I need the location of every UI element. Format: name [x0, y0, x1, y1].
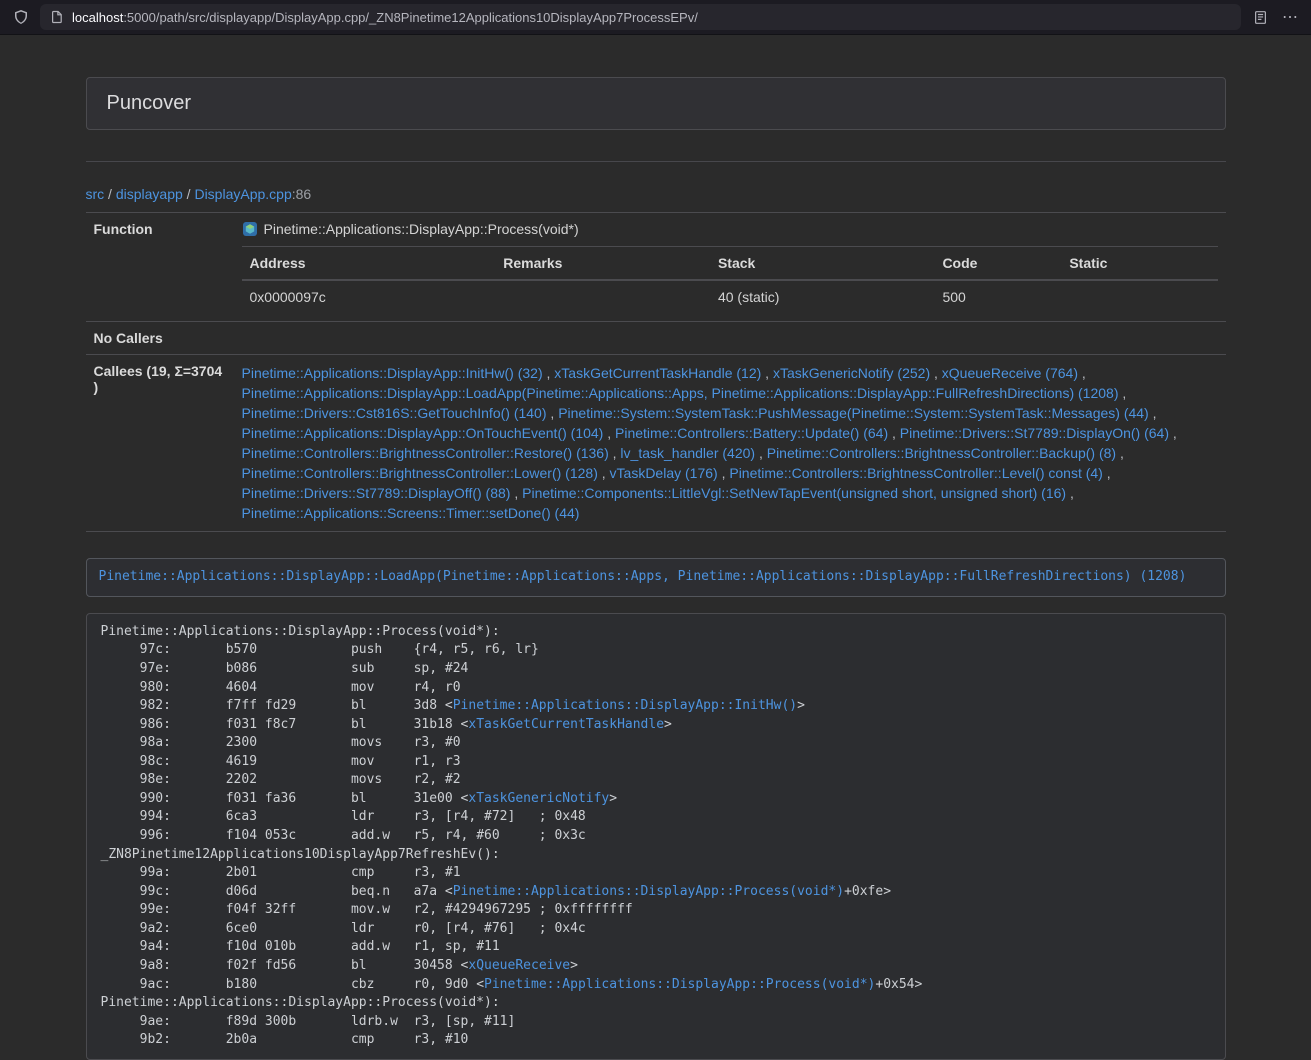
browser-chrome: localhost:5000/path/src/displayapp/Displ…	[0, 0, 1311, 35]
highlighted-symbol-link[interactable]: Pinetime::Applications::DisplayApp::Load…	[99, 569, 1187, 584]
callee-separator: ,	[1116, 445, 1124, 461]
callee-link[interactable]: lv_task_handler (420)	[620, 445, 755, 461]
callee-link[interactable]: Pinetime::Applications::DisplayApp::Load…	[242, 385, 1119, 401]
shield-icon-glyph	[13, 9, 29, 25]
callers-cell	[234, 322, 1226, 355]
callee-link[interactable]: Pinetime::Drivers::Cst816S::GetTouchInfo…	[242, 405, 547, 421]
callee-link[interactable]: xTaskGetCurrentTaskHandle (12)	[554, 365, 761, 381]
callee-link[interactable]: Pinetime::Controllers::BrightnessControl…	[242, 465, 598, 481]
app-header-panel: Puncover	[86, 77, 1226, 130]
stats-header: Remarks	[495, 247, 710, 281]
callee-separator: ,	[547, 405, 559, 421]
callee-link[interactable]: Pinetime::Controllers::BrightnessControl…	[729, 465, 1102, 481]
callee-separator: ,	[598, 465, 610, 481]
breadcrumb-separator: /	[104, 186, 116, 202]
no-callers-label: No Callers	[86, 322, 234, 355]
function-name: Pinetime::Applications::DisplayApp::Proc…	[264, 221, 579, 237]
code-symbol-link[interactable]: Pinetime::Applications::DisplayApp::Proc…	[484, 977, 875, 992]
url-bar[interactable]: localhost:5000/path/src/displayapp/Displ…	[40, 4, 1241, 30]
callee-separator: ,	[1149, 405, 1157, 421]
url-host: localhost	[72, 10, 123, 25]
page-title: Puncover	[107, 92, 192, 114]
callee-link[interactable]: Pinetime::System::SystemTask::PushMessag…	[558, 405, 1149, 421]
reader-mode-icon[interactable]	[1247, 4, 1273, 30]
callee-separator: ,	[1103, 465, 1111, 481]
method-icon	[242, 221, 258, 237]
callee-separator: ,	[718, 465, 730, 481]
callees-list: Pinetime::Applications::DisplayApp::Init…	[234, 355, 1226, 532]
chrome-actions: ⋯	[1247, 4, 1303, 30]
breadcrumb-link[interactable]: src	[86, 186, 105, 202]
page-content: Puncover src / displayapp / DisplayApp.c…	[0, 35, 1311, 1060]
callee-separator: ,	[1118, 385, 1126, 401]
callee-separator: ,	[761, 365, 773, 381]
stats-header: Code	[934, 247, 1061, 281]
callee-separator: ,	[543, 365, 555, 381]
breadcrumb-link[interactable]: displayapp	[116, 186, 183, 202]
callee-link[interactable]: Pinetime::Drivers::St7789::DisplayOn() (…	[900, 425, 1169, 441]
breadcrumb-separator: /	[183, 186, 195, 202]
code-block: Pinetime::Applications::DisplayApp::Proc…	[86, 613, 1226, 1060]
callee-link[interactable]: Pinetime::Drivers::St7789::DisplayOff() …	[242, 485, 511, 501]
callee-link[interactable]: vTaskDelay (176)	[610, 465, 718, 481]
callee-separator: ,	[888, 425, 900, 441]
stats-header: Address	[242, 247, 496, 281]
no-callers-row: No Callers	[86, 322, 1226, 355]
url-text: localhost:5000/path/src/displayapp/Displ…	[72, 10, 698, 25]
callee-link[interactable]: Pinetime::Controllers::BrightnessControl…	[767, 445, 1116, 461]
stats-header-row: AddressRemarksStackCodeStatic	[242, 247, 1218, 281]
page-icon	[50, 10, 64, 24]
stats-value: 500	[934, 280, 1061, 313]
callee-link[interactable]: xQueueReceive (764)	[942, 365, 1078, 381]
callee-separator: ,	[609, 445, 621, 461]
url-path: :5000/path/src/displayapp/DisplayApp.cpp…	[123, 10, 698, 25]
code-symbol-link[interactable]: xTaskGetCurrentTaskHandle	[468, 717, 664, 732]
code-symbol-link[interactable]: Pinetime::Applications::DisplayApp::Proc…	[453, 884, 844, 899]
stats-value	[495, 280, 710, 313]
stats-header: Stack	[710, 247, 934, 281]
stats-table: AddressRemarksStackCodeStatic 0x0000097c…	[242, 246, 1218, 313]
divider	[86, 161, 1226, 162]
stats-value: 0x0000097c	[242, 280, 496, 313]
stats-value: 40 (static)	[710, 280, 934, 313]
callee-link[interactable]: Pinetime::Controllers::Battery::Update()…	[615, 425, 888, 441]
callee-link[interactable]: Pinetime::Applications::Screens::Timer::…	[242, 505, 580, 521]
function-detail-cell: Pinetime::Applications::DisplayApp::Proc…	[234, 213, 1226, 322]
callee-link[interactable]: Pinetime::Components::LittleVgl::SetNewT…	[522, 485, 1066, 501]
breadcrumb-link[interactable]: DisplayApp.cpp	[194, 186, 291, 202]
callees-row: Callees (19, Σ=3704 ) Pinetime::Applicat…	[86, 355, 1226, 532]
callee-separator: ,	[755, 445, 767, 461]
highlighted-symbol-box: Pinetime::Applications::DisplayApp::Load…	[86, 558, 1226, 597]
stats-header: Static	[1061, 247, 1217, 281]
code-symbol-link[interactable]: xQueueReceive	[468, 958, 570, 973]
stats-value	[1061, 280, 1217, 313]
callees-label: Callees (19, Σ=3704 )	[86, 355, 234, 532]
callee-separator: ,	[603, 425, 615, 441]
callee-separator: ,	[1169, 425, 1177, 441]
function-name-line: Pinetime::Applications::DisplayApp::Proc…	[242, 221, 1218, 246]
function-label: Function	[86, 213, 234, 322]
callee-link[interactable]: xTaskGenericNotify (252)	[773, 365, 930, 381]
function-row: Function Pinetime::Applications::Display…	[86, 213, 1226, 322]
callee-separator: ,	[1066, 485, 1074, 501]
code-symbol-link[interactable]: xTaskGenericNotify	[468, 791, 609, 806]
callee-separator: ,	[1078, 365, 1086, 381]
callee-link[interactable]: Pinetime::Applications::DisplayApp::Init…	[242, 365, 543, 381]
callee-link[interactable]: Pinetime::Applications::DisplayApp::OnTo…	[242, 425, 604, 441]
callee-separator: ,	[510, 485, 522, 501]
callee-link[interactable]: Pinetime::Controllers::BrightnessControl…	[242, 445, 609, 461]
function-table: Function Pinetime::Applications::Display…	[86, 212, 1226, 532]
breadcrumb: src / displayapp / DisplayApp.cpp:86	[86, 184, 1226, 204]
stats-value-row: 0x0000097c 40 (static)500	[242, 280, 1218, 313]
shield-icon[interactable]	[8, 4, 34, 30]
code-symbol-link[interactable]: Pinetime::Applications::DisplayApp::Init…	[453, 698, 797, 713]
breadcrumb-line-number: :86	[292, 186, 311, 202]
callee-separator: ,	[930, 365, 942, 381]
overflow-menu-icon[interactable]: ⋯	[1277, 4, 1303, 30]
